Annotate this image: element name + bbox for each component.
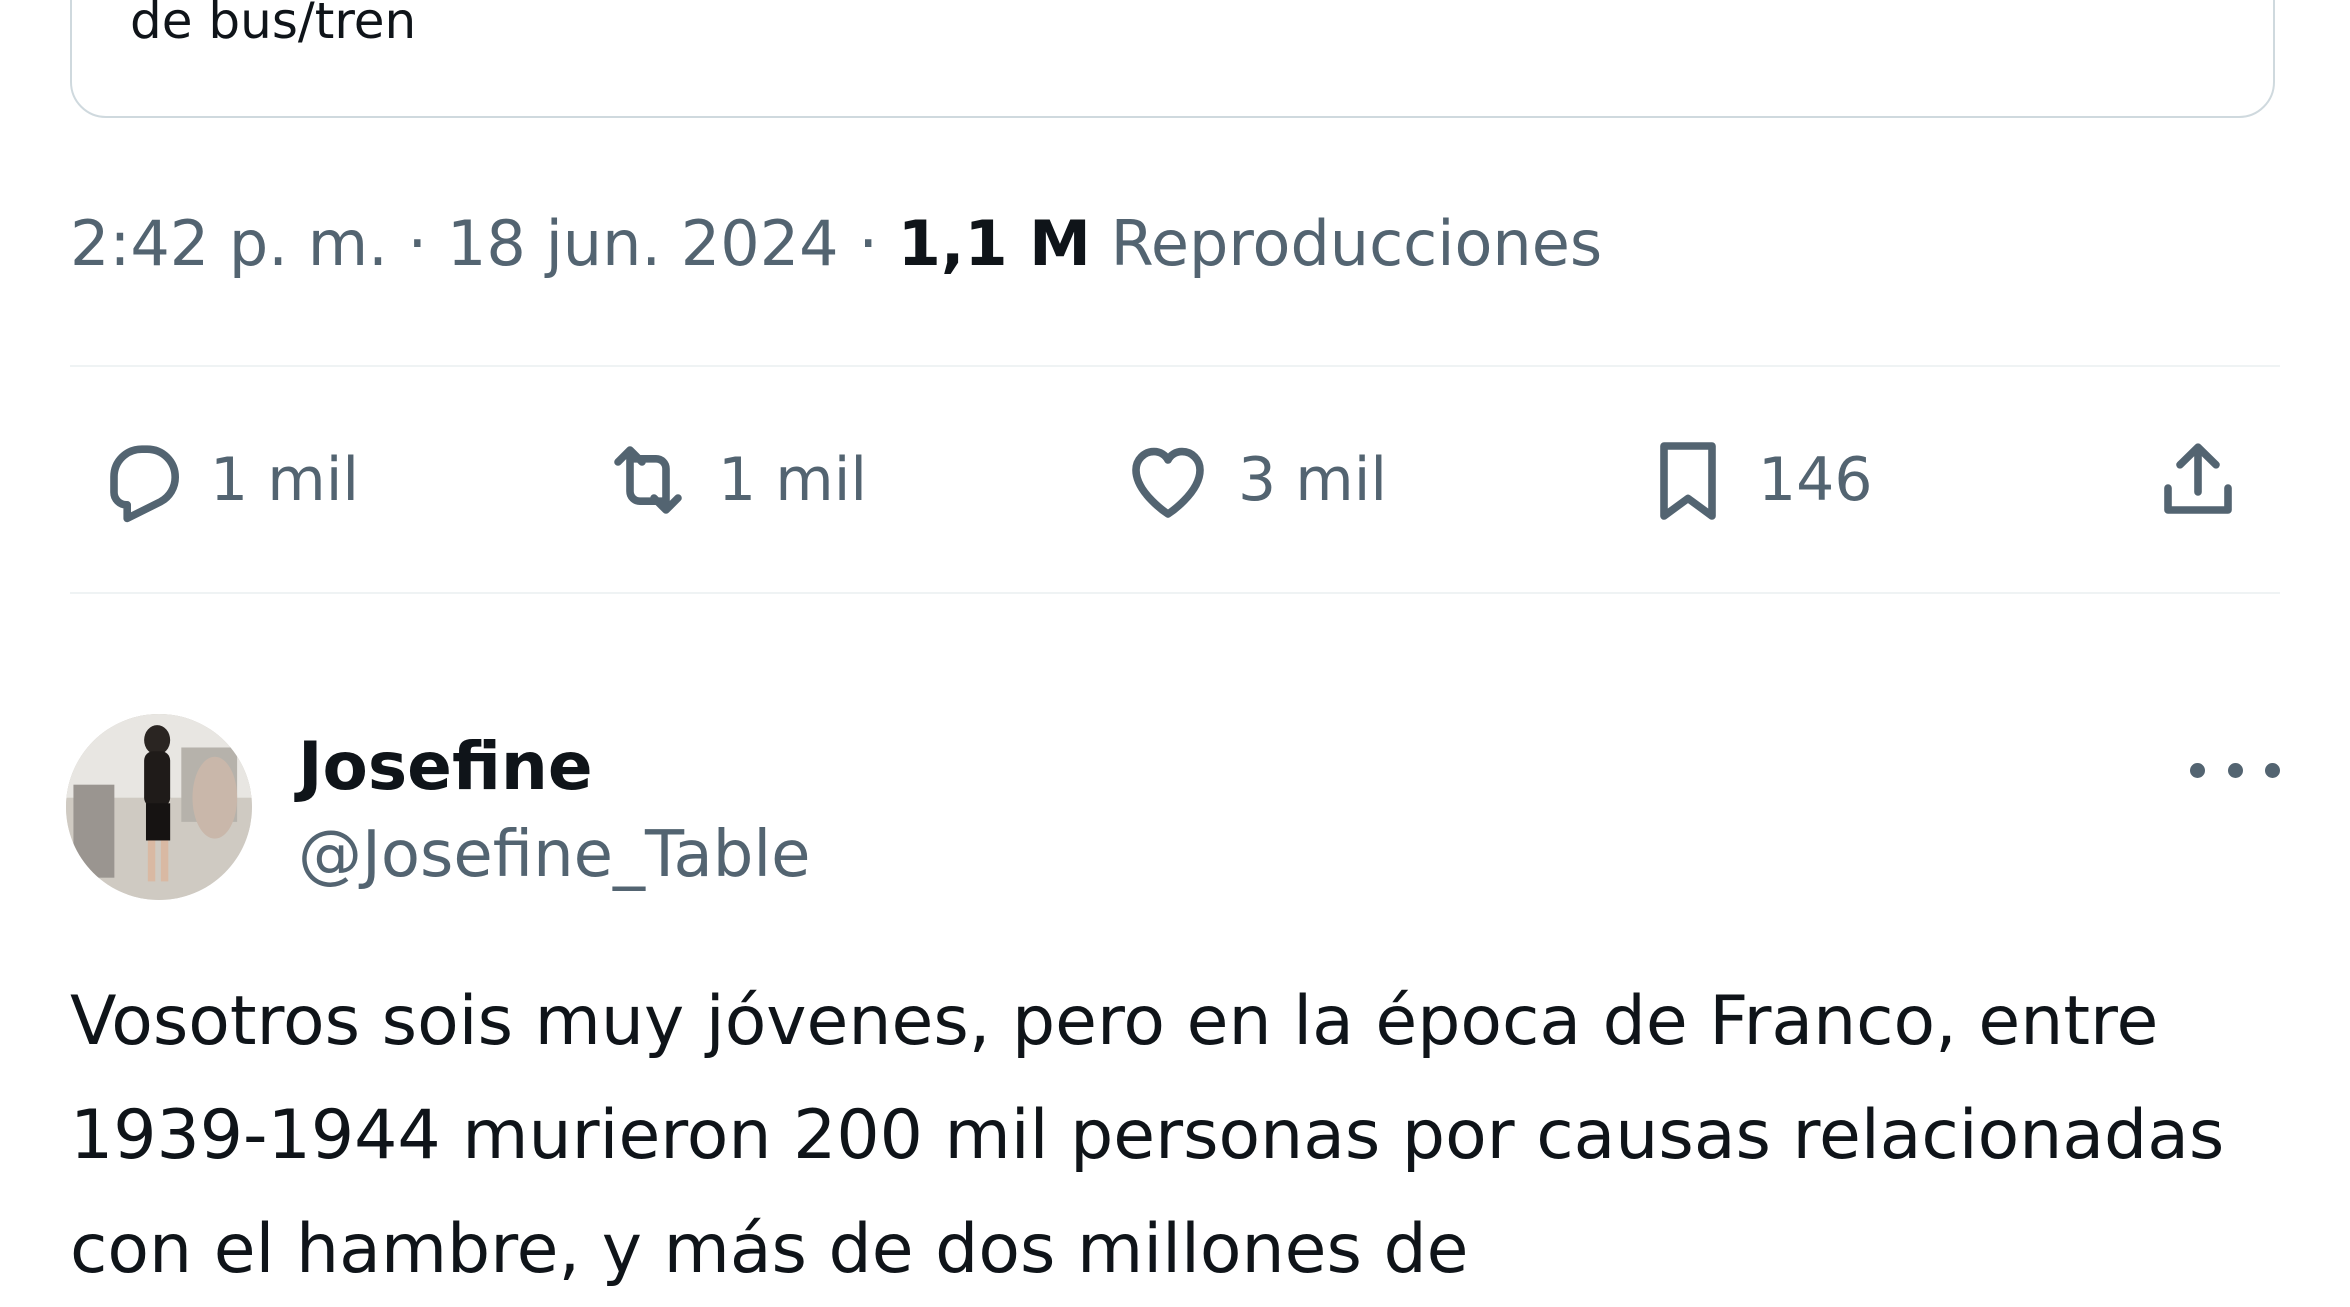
display-name[interactable]: Josefine — [298, 728, 593, 805]
more-dot — [2227, 762, 2243, 778]
bookmark-icon — [1660, 442, 1716, 520]
quoted-tweet-text: de bus/tren — [130, 0, 417, 50]
retweet-button[interactable]: 1 mil — [600, 420, 867, 540]
user-handle[interactable]: @Josefine_Table — [298, 818, 811, 892]
quoted-tweet-card[interactable]: de bus/tren — [70, 0, 2275, 118]
meta-separator: · — [407, 207, 428, 280]
bookmark-count: 146 — [1758, 445, 1873, 515]
divider — [70, 365, 2280, 367]
views-count: 1,1 M — [897, 207, 1091, 280]
reply-header: Josefine @Josefine_Table — [66, 712, 2280, 902]
tweet-action-bar: 1 mil 1 mil 3 mil 146 — [70, 420, 2280, 540]
share-button[interactable] — [2150, 420, 2246, 540]
retweet-icon — [614, 446, 682, 514]
views-label: Reproducciones — [1110, 207, 1603, 280]
reply-count: 1 mil — [210, 445, 360, 515]
divider — [70, 592, 2280, 594]
like-count: 3 mil — [1238, 445, 1388, 515]
retweet-count: 1 mil — [718, 445, 868, 515]
reply-button[interactable]: 1 mil — [92, 420, 359, 540]
more-dot — [2190, 762, 2205, 778]
like-button[interactable]: 3 mil — [1120, 420, 1387, 540]
meta-separator: · — [858, 207, 879, 280]
more-dot — [2265, 762, 2280, 778]
share-icon — [2164, 443, 2232, 514]
avatar-photo — [66, 714, 252, 900]
reply-tweet-text: Vosotros sois muy jóvenes, pero en la ép… — [70, 982, 2225, 1289]
heart-icon — [1132, 447, 1204, 518]
more-options-button[interactable] — [2190, 748, 2280, 792]
bookmark-button[interactable]: 146 — [1640, 420, 1873, 540]
tweet-meta: 2:42 p. m. · 18 jun. 2024 · 1,1 M Reprod… — [70, 205, 1602, 283]
reply-icon — [110, 445, 179, 523]
tweet-time[interactable]: 2:42 p. m. — [70, 207, 388, 280]
tweet-date[interactable]: 18 jun. 2024 — [447, 207, 839, 280]
avatar[interactable] — [66, 714, 252, 900]
